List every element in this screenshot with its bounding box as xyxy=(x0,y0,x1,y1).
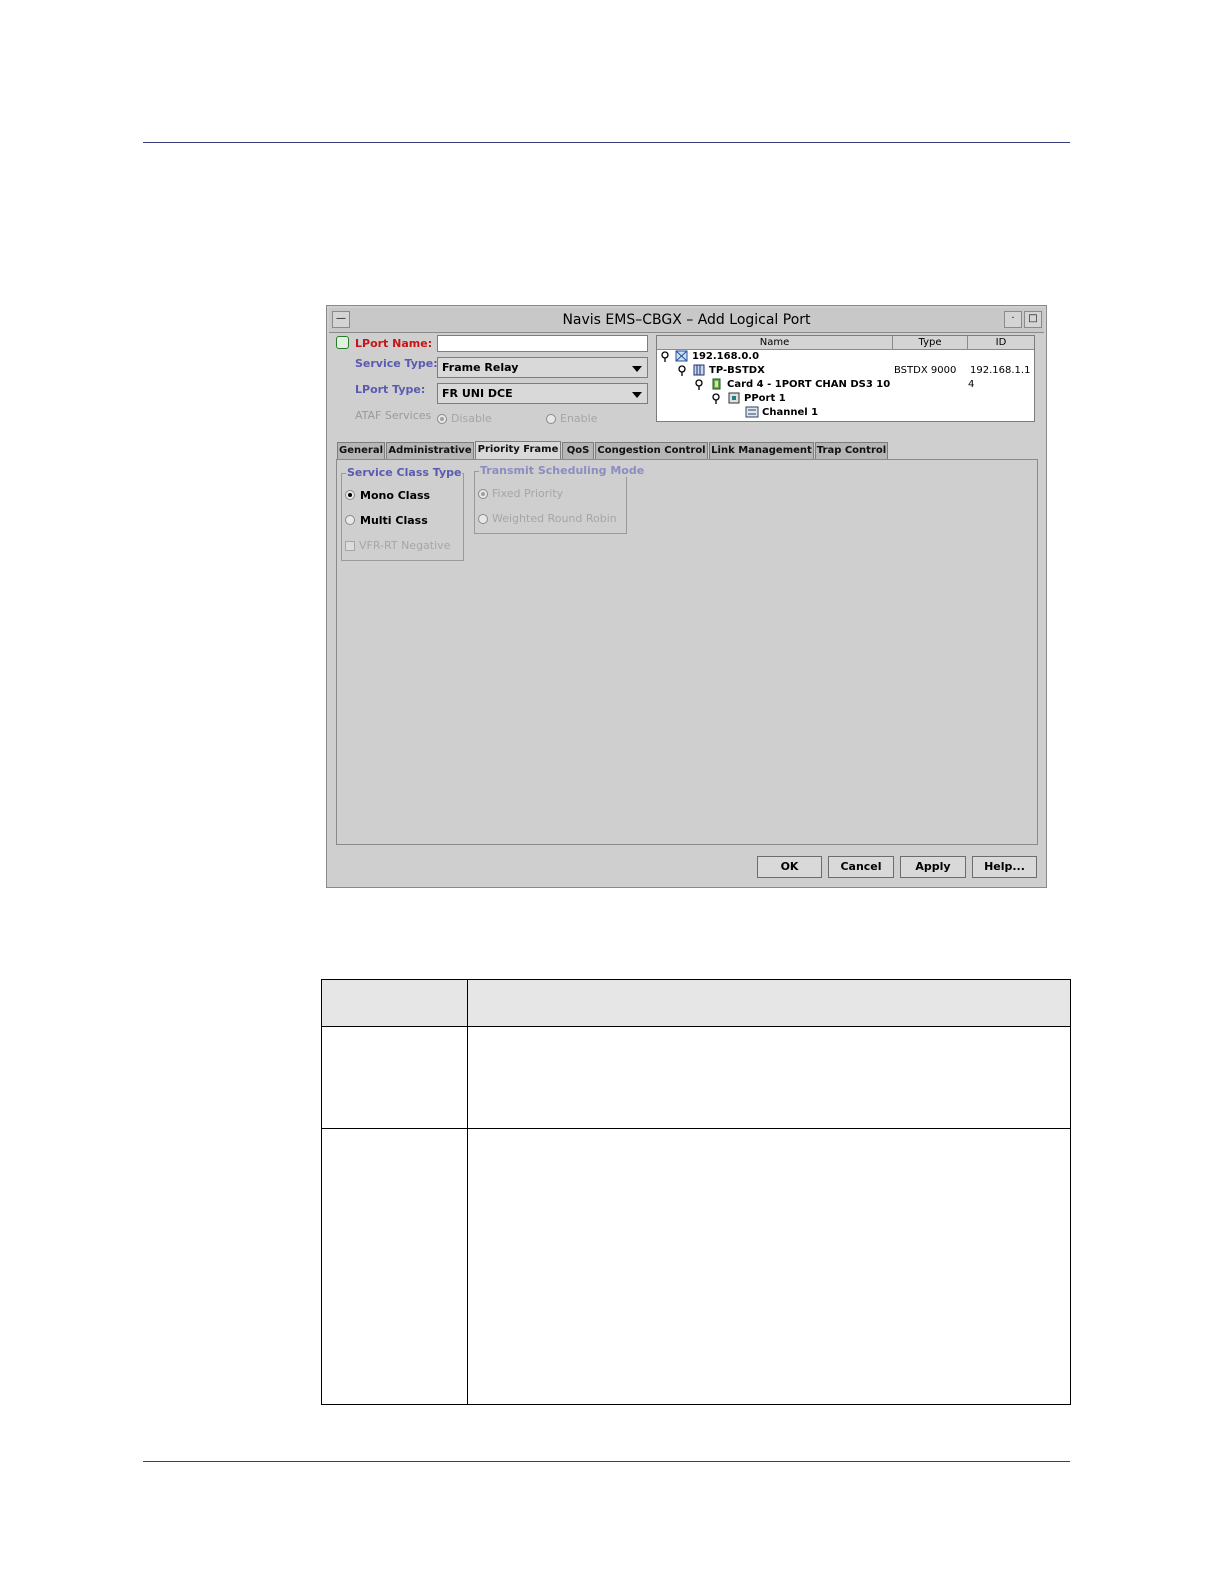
tree-row-switch-type: BSTDX 9000 xyxy=(894,365,957,376)
tree-expand-pin-icon[interactable] xyxy=(678,365,686,377)
lport-name-label: LPort Name: xyxy=(355,337,433,350)
tree-row-pport[interactable]: PPort 1 xyxy=(744,393,786,404)
transmit-scheduling-title: Transmit Scheduling Mode xyxy=(479,464,646,477)
weighted-round-robin-radio[interactable] xyxy=(478,514,488,524)
multi-class-radio[interactable] xyxy=(345,515,355,525)
tree-header-name[interactable]: Name xyxy=(657,336,893,350)
minimize-button[interactable]: · xyxy=(1004,311,1022,328)
ataf-disable-label: Disable xyxy=(451,412,492,425)
tree-expand-pin-icon[interactable] xyxy=(661,351,669,363)
tab-administrative[interactable]: Administrative xyxy=(386,442,474,459)
tab-general[interactable]: General xyxy=(337,442,385,459)
port-icon xyxy=(728,392,740,404)
lport-type-label: LPort Type: xyxy=(355,383,426,396)
tab-qos[interactable]: QoS xyxy=(562,442,594,459)
tree-expand-pin-icon[interactable] xyxy=(712,393,720,405)
service-type-value: Frame Relay xyxy=(442,361,519,374)
fixed-priority-label: Fixed Priority xyxy=(492,487,564,500)
table-row-divider xyxy=(322,1128,1070,1129)
mono-class-radio[interactable] xyxy=(345,490,355,500)
bottom-rule xyxy=(143,1461,1070,1462)
maximize-button[interactable]: □ xyxy=(1024,311,1042,328)
window-title: Navis EMS–CBGX – Add Logical Port xyxy=(562,312,811,328)
service-type-select[interactable]: Frame Relay xyxy=(437,357,648,378)
tree-header-type[interactable]: Type xyxy=(893,336,968,350)
tree-row-switch[interactable]: TP-BSTDX xyxy=(709,365,765,376)
service-class-type-title: Service Class Type xyxy=(346,466,463,479)
tree-row-switch-id: 192.168.1.1 xyxy=(970,365,1031,376)
tab-congestion-control[interactable]: Congestion Control xyxy=(595,442,708,459)
top-rule xyxy=(143,142,1070,143)
table-column-divider xyxy=(467,980,468,1404)
tab-priority-frame[interactable]: Priority Frame xyxy=(475,441,561,459)
fixed-priority-radio[interactable] xyxy=(478,489,488,499)
switch-icon xyxy=(693,364,705,376)
tree-expand-pin-icon[interactable] xyxy=(695,379,703,391)
tree-header-id[interactable]: ID xyxy=(968,336,1034,350)
vfr-rt-negative-checkbox[interactable] xyxy=(345,541,355,551)
weighted-round-robin-label: Weighted Round Robin xyxy=(492,512,617,525)
tree-row-card[interactable]: Card 4 - 1PORT CHAN DS3 10 xyxy=(727,379,890,390)
chevron-down-icon xyxy=(632,366,642,372)
multi-class-label: Multi Class xyxy=(360,514,428,527)
table-header-row xyxy=(322,980,1070,1027)
ataf-disable-radio[interactable] xyxy=(437,414,447,424)
lport-type-select[interactable]: FR UNI DCE xyxy=(437,383,648,404)
channel-icon xyxy=(745,406,759,418)
service-type-label: Service Type: xyxy=(355,357,438,370)
cancel-button[interactable]: Cancel xyxy=(828,856,894,878)
tab-trap-control[interactable]: Trap Control xyxy=(815,442,888,459)
ataf-enable-label: Enable xyxy=(560,412,598,425)
ok-button[interactable]: OK xyxy=(757,856,822,878)
ataf-services-label: ATAF Services xyxy=(355,409,432,422)
network-icon xyxy=(675,350,688,362)
mono-class-label: Mono Class xyxy=(360,489,431,502)
lport-type-value: FR UNI DCE xyxy=(442,387,513,400)
tree-row-card-id: 4 xyxy=(968,379,975,390)
title-bar: — Navis EMS–CBGX – Add Logical Port · □ xyxy=(329,308,1044,333)
description-table xyxy=(321,979,1071,1405)
tree-row-channel[interactable]: Channel 1 xyxy=(762,407,818,418)
vfr-rt-negative-label: VFR-RT Negative xyxy=(359,539,451,552)
help-button[interactable]: Help... xyxy=(972,856,1037,878)
chevron-down-icon xyxy=(632,392,642,398)
ataf-enable-radio[interactable] xyxy=(546,414,556,424)
tab-link-management[interactable]: Link Management xyxy=(709,442,814,459)
lport-icon xyxy=(336,336,349,349)
lport-name-input[interactable] xyxy=(437,335,648,352)
apply-button[interactable]: Apply xyxy=(900,856,966,878)
card-icon xyxy=(712,378,721,390)
tree-row-network[interactable]: 192.168.0.0 xyxy=(692,351,759,362)
